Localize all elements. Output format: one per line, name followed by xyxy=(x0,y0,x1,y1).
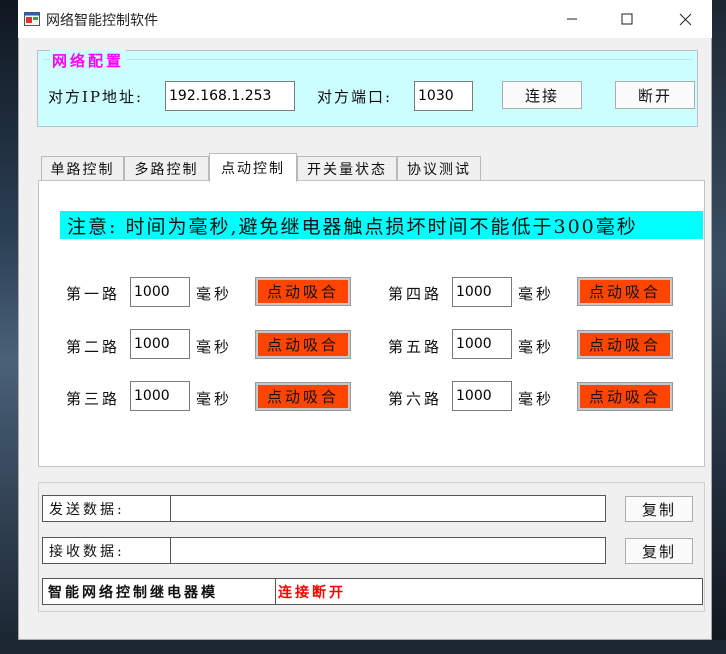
tab-single-control[interactable]: 单路控制 xyxy=(41,156,124,181)
connect-button[interactable]: 连接 xyxy=(502,81,582,109)
close-button[interactable] xyxy=(662,0,708,38)
send-data-field[interactable] xyxy=(170,495,606,522)
send-data-label: 发送数据: xyxy=(42,495,171,522)
channel-5-unit: 毫秒 xyxy=(518,338,555,356)
minimize-button[interactable] xyxy=(549,0,595,38)
channel-2-label: 第二路 xyxy=(66,338,121,356)
tab-multi-control[interactable]: 多路控制 xyxy=(124,156,209,181)
channel-4-jog-button[interactable]: 点动吸合 xyxy=(577,277,673,306)
maximize-icon xyxy=(621,13,633,25)
copy-receive-button[interactable]: 复制 xyxy=(625,538,693,564)
maximize-button[interactable] xyxy=(604,0,650,38)
channel-4-unit: 毫秒 xyxy=(518,285,555,303)
channel-6-jog-button[interactable]: 点动吸合 xyxy=(577,382,673,411)
ip-address-input[interactable]: 192.168.1.253 xyxy=(165,81,295,111)
desktop-background-bottom xyxy=(0,640,726,654)
channel-6-label: 第六路 xyxy=(388,390,443,408)
minimize-icon xyxy=(567,18,577,20)
channel-6-unit: 毫秒 xyxy=(518,390,555,408)
channel-3-duration-input[interactable]: 1000 xyxy=(130,381,190,411)
status-device-name: 智能网络控制继电器模 xyxy=(42,578,276,605)
desktop-background-left xyxy=(0,0,18,654)
channel-4-label: 第四路 xyxy=(388,285,443,303)
channel-1-label: 第一路 xyxy=(66,285,121,303)
channel-1-unit: 毫秒 xyxy=(196,285,233,303)
channel-6-duration-input[interactable]: 1000 xyxy=(452,381,512,411)
channel-1-jog-button[interactable]: 点动吸合 xyxy=(255,277,351,306)
port-input[interactable]: 1030 xyxy=(414,81,473,111)
channel-4-duration-input[interactable]: 1000 xyxy=(452,277,512,307)
tab-protocol-test[interactable]: 协议测试 xyxy=(397,156,481,181)
copy-send-button[interactable]: 复制 xyxy=(625,496,693,522)
window-title: 网络智能控制软件 xyxy=(46,13,158,29)
app-icon xyxy=(24,11,40,27)
connection-status: 连接断开 xyxy=(278,584,346,601)
tab-switch-status[interactable]: 开关量状态 xyxy=(297,156,397,181)
channel-2-jog-button[interactable]: 点动吸合 xyxy=(255,330,351,359)
tab-jog-control[interactable]: 点动控制 xyxy=(209,153,297,182)
disconnect-button[interactable]: 断开 xyxy=(615,81,695,109)
network-config-legend: 网络配置 xyxy=(50,50,127,71)
channel-3-label: 第三路 xyxy=(66,390,121,408)
channel-5-label: 第五路 xyxy=(388,338,443,356)
ip-address-label: 对方IP地址: xyxy=(48,88,144,106)
channel-3-jog-button[interactable]: 点动吸合 xyxy=(255,382,351,411)
receive-data-label: 接收数据: xyxy=(42,537,171,564)
channel-2-unit: 毫秒 xyxy=(196,338,233,356)
channel-2-duration-input[interactable]: 1000 xyxy=(130,329,190,359)
desktop-background-right xyxy=(712,0,726,654)
group-border-line xyxy=(43,59,693,60)
close-icon xyxy=(679,13,691,25)
channel-3-unit: 毫秒 xyxy=(196,390,233,408)
channel-1-duration-input[interactable]: 1000 xyxy=(130,277,190,307)
channel-5-jog-button[interactable]: 点动吸合 xyxy=(577,330,673,359)
receive-data-field[interactable] xyxy=(170,537,606,564)
channel-5-duration-input[interactable]: 1000 xyxy=(452,329,512,359)
port-label: 对方端口: xyxy=(317,88,393,106)
notice-banner: 注意: 时间为毫秒,避免继电器触点损坏时间不能低于300毫秒 xyxy=(60,211,703,239)
